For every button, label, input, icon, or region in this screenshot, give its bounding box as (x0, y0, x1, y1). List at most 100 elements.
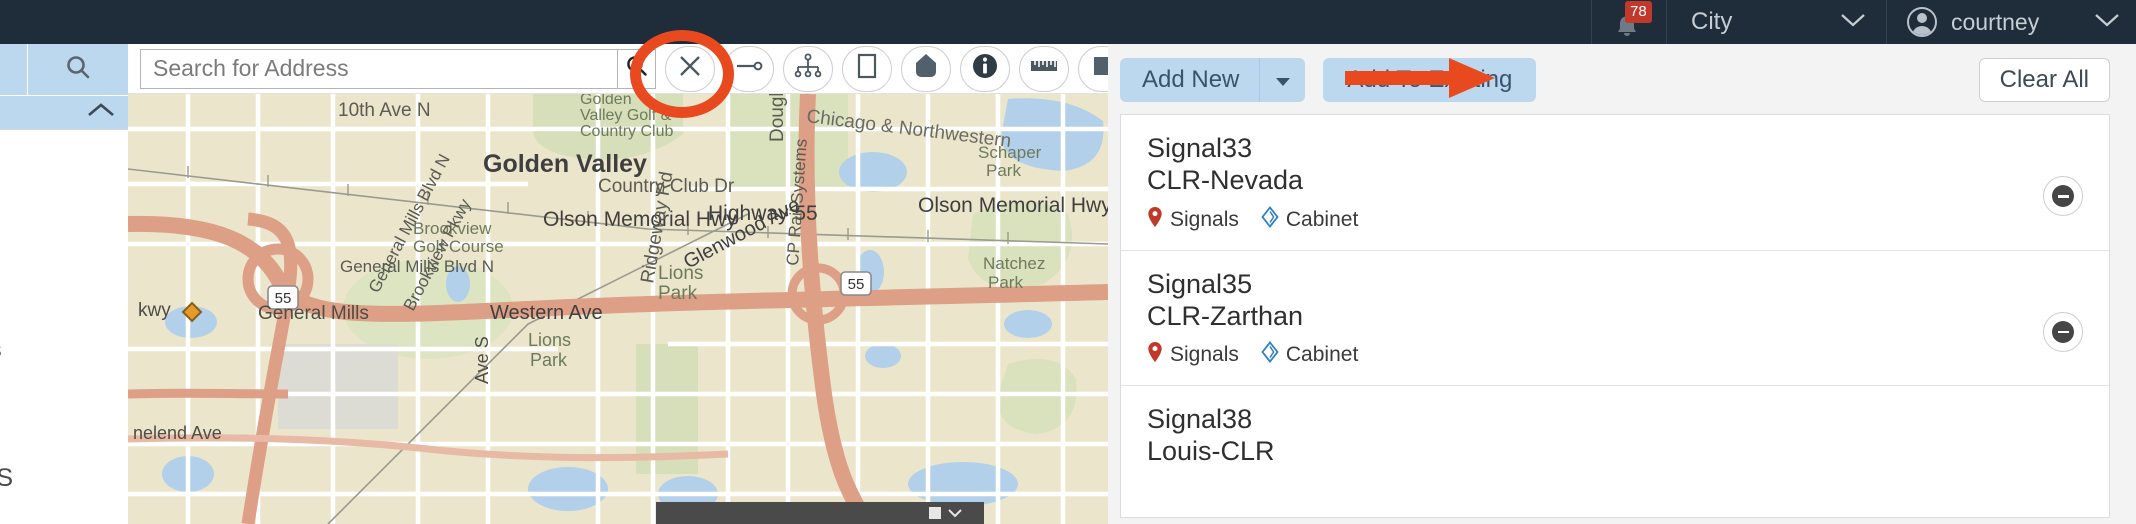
svg-text:kwy: kwy (138, 300, 171, 321)
close-x-icon (677, 53, 703, 84)
selection-panel: Add New Add To Existing Clear All Signal… (1108, 44, 2136, 524)
add-new-dropdown-toggle[interactable] (1259, 58, 1306, 102)
search-input[interactable]: Search for Address (153, 55, 349, 82)
asset-tag-cabinet: Cabinet (1261, 341, 1358, 369)
square-filled-icon (928, 506, 942, 520)
svg-text:Golden Valley: Golden Valley (483, 150, 647, 178)
search-input-wrapper[interactable]: Search for Address (140, 48, 618, 89)
svg-text:Country Club: Country Club (580, 123, 673, 140)
sidebar-label-layers: rs (0, 336, 2, 363)
sidebar-toolbar (0, 44, 128, 96)
svg-text:Valley Golf &: Valley Golf & (580, 107, 672, 124)
map-render: 55 55 10th Ave N Golden Valley Country C… (128, 94, 1108, 524)
search-icon (625, 54, 649, 83)
asset-name: Signal38 (1147, 404, 1253, 435)
notification-count-badge: 78 (1625, 1, 1652, 23)
chevron-down-icon (2094, 12, 2120, 33)
asset-name: Signal33 (1147, 133, 1253, 163)
svg-text:Ave S: Ave S (472, 336, 492, 384)
search-icon (63, 53, 93, 88)
svg-text:nelend Ave: nelend Ave (133, 423, 222, 443)
sidebar-collapse-button[interactable] (0, 96, 128, 130)
org-selector-dropdown[interactable]: City (1666, 0, 1886, 44)
ruler-icon (1029, 56, 1059, 81)
caret-down-icon (1275, 66, 1291, 94)
chevron-down-icon (1840, 12, 1866, 33)
svg-text:10th Ave N: 10th Ave N (338, 100, 431, 121)
add-new-button[interactable]: Add New (1120, 58, 1260, 102)
top-navigation-bar: 78 City courtney (0, 0, 2136, 44)
minus-bar (2057, 195, 2069, 198)
left-sidebar: rs LS (0, 44, 128, 524)
avatar (1907, 7, 1937, 37)
chevron-up-icon (86, 101, 116, 124)
svg-text:Olson Memorial Hwy: Olson Memorial Hwy (918, 194, 1108, 217)
avatar-head (1917, 13, 1927, 23)
map-canvas[interactable]: 55 55 10th Ave N Golden Valley Country C… (128, 94, 1108, 524)
user-menu-label: courtney (1951, 8, 2040, 35)
svg-text:55: 55 (848, 276, 865, 293)
map-toolbar-strip: Search for Address (128, 44, 1187, 94)
svg-text:Western Ave: Western Ave (490, 302, 603, 324)
selection-panel-actions: Add New Add To Existing Clear All (1120, 58, 2110, 102)
sidebar-tool-slot[interactable] (0, 44, 28, 96)
asset-description: CLR-Nevada (1147, 164, 1304, 195)
map-pin-icon (1147, 341, 1163, 369)
diamond-icon (1261, 205, 1279, 234)
map-attribution-controls[interactable] (924, 502, 964, 524)
org-selector-label: City (1691, 8, 1733, 35)
sidebar-label-group: rs LS (0, 130, 128, 524)
rectangle-outline-icon (856, 53, 878, 84)
measure-line-tool[interactable] (724, 45, 774, 92)
asset-tag-label: Signals (1170, 343, 1239, 367)
sidebar-search-button[interactable] (28, 44, 128, 96)
clear-selection-tool[interactable] (665, 45, 715, 92)
info-icon (971, 52, 999, 85)
polygon-filled-icon (914, 52, 938, 85)
svg-text:General Mills: General Mills (258, 303, 369, 324)
list-item[interactable]: Signal33 CLR-Nevada Signals Cabinet (1121, 115, 2109, 251)
svg-text:Natchez: Natchez (983, 254, 1045, 273)
asset-tag-label: Signals (1170, 207, 1239, 231)
info-tool[interactable] (960, 45, 1010, 92)
remove-asset-button[interactable] (2043, 176, 2083, 217)
minus-bar (2057, 330, 2069, 334)
svg-text:Park: Park (658, 283, 698, 304)
chevron-down-icon (948, 508, 962, 518)
asset-tag-signals: Signals (1147, 206, 1239, 234)
map-pin-icon (1147, 206, 1163, 234)
list-item[interactable]: Signal35 CLR-Zarthan Signals Cabinet (1121, 251, 2109, 387)
svg-text:Douglas Dr: Douglas Dr (767, 94, 788, 142)
line-endpoint-icon (735, 56, 763, 81)
avatar-body (1912, 26, 1932, 35)
asset-tag-label: Cabinet (1285, 343, 1359, 367)
asset-tag-label: Cabinet (1285, 207, 1359, 231)
asset-tag-cabinet: Cabinet (1261, 205, 1359, 234)
network-tool[interactable] (783, 45, 833, 92)
select-rectangle-tool[interactable] (842, 45, 892, 92)
diamond-icon (1261, 341, 1279, 369)
clear-all-button[interactable]: Clear All (1978, 58, 2110, 102)
svg-text:Park: Park (988, 273, 1023, 292)
notifications-button[interactable]: 78 (1591, 0, 1666, 44)
add-to-existing-button[interactable]: Add To Existing (1323, 58, 1537, 102)
selected-assets-list[interactable]: Signal33 CLR-Nevada Signals Cabinet Sign… (1120, 114, 2110, 518)
notification-bell-wrapper: 78 (1612, 1, 1652, 37)
minus-circle-icon (2052, 185, 2074, 208)
svg-text:Lions: Lions (528, 330, 571, 350)
user-menu-dropdown[interactable]: courtney (1886, 0, 2136, 44)
svg-text:Park: Park (530, 350, 568, 370)
list-item[interactable]: Signal38 Louis-CLR (1121, 386, 2109, 500)
asset-tag-group: Signals Cabinet (1147, 341, 2087, 369)
search-submit-button[interactable] (618, 48, 656, 89)
polygon-tool[interactable] (901, 45, 951, 92)
ruler-tool[interactable] (1019, 45, 1069, 92)
sidebar-label-signals: LS (0, 464, 14, 492)
remove-asset-button[interactable] (2043, 312, 2083, 353)
asset-tag-group: Signals Cabinet (1147, 205, 2087, 234)
network-tree-icon (794, 53, 822, 84)
asset-tag-signals: Signals (1147, 341, 1239, 369)
asset-name: Signal35 (1147, 268, 1253, 299)
svg-text:Park: Park (986, 161, 1021, 180)
